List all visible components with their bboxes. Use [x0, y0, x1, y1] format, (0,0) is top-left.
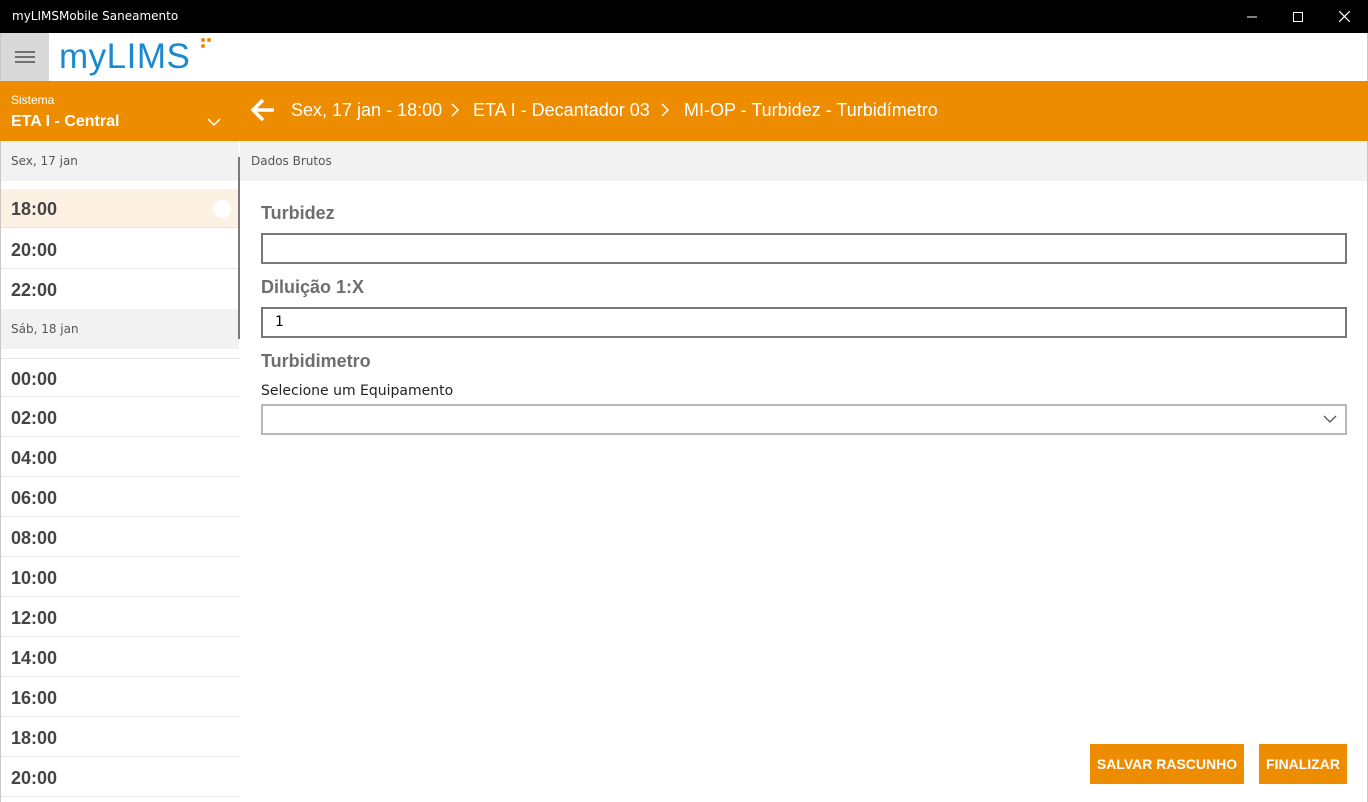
close-icon[interactable] — [1321, 0, 1367, 33]
day-header: Sáb, 18 jan — [1, 309, 239, 349]
breadcrumb-item-datetime[interactable]: Sex, 17 jan - 18:00 — [291, 100, 442, 121]
save-draft-button[interactable]: SALVAR RASCUNHO — [1090, 744, 1244, 784]
time-slot[interactable]: 08:00 — [1, 518, 240, 557]
time-slot[interactable]: 20:00 — [1, 758, 240, 797]
form-panel: Dados Brutos Turbidez Diluição 1:X 1 Tur… — [240, 141, 1368, 802]
minimize-icon[interactable] — [1229, 0, 1275, 33]
schedule-sidebar: Sex, 17 jan 18:00 20:00 22:00 Sáb, 18 ja… — [0, 141, 240, 802]
time-slot[interactable]: 06:00 — [1, 478, 240, 517]
app-logo: myLIMS — [59, 37, 191, 76]
time-slot[interactable]: 12:00 — [1, 598, 240, 637]
breadcrumb-item-point[interactable]: ETA I - Decantador 03 — [473, 100, 650, 121]
diluicao-label: Diluição 1:X — [261, 277, 365, 297]
finish-button[interactable]: FINALIZAR — [1259, 744, 1347, 784]
turbidez-input[interactable] — [261, 233, 1347, 264]
time-slot[interactable]: 02:00 — [1, 398, 240, 437]
turbidimetro-label: Turbidimetro — [261, 351, 371, 371]
back-arrow-icon[interactable] — [250, 97, 276, 123]
logo-dots-icon — [201, 38, 211, 48]
status-dot-icon — [213, 200, 231, 218]
time-slot[interactable]: 22:00 — [1, 270, 240, 309]
time-slot[interactable]: 20:00 — [1, 230, 240, 269]
day-header: Sex, 17 jan — [1, 141, 239, 181]
time-slot[interactable]: 04:00 — [1, 438, 240, 477]
navigation-bar: Sistema ETA I - Central Sex, 17 jan - 18… — [0, 81, 1368, 141]
time-slot[interactable]: 10:00 — [1, 558, 240, 597]
equipment-select[interactable] — [261, 404, 1347, 435]
system-value: ETA I - Central — [11, 113, 120, 130]
diluicao-input[interactable]: 1 — [261, 307, 1347, 338]
time-slot[interactable]: 00:00 — [1, 358, 240, 397]
window-title: myLIMSMobile Saneamento — [12, 9, 179, 23]
hamburger-icon[interactable] — [1, 33, 49, 81]
chevron-right-icon — [451, 103, 460, 117]
equipment-select-label: Selecione um Equipamento — [261, 383, 454, 399]
maximize-icon[interactable] — [1275, 0, 1321, 33]
chevron-right-icon — [661, 103, 670, 117]
time-slot-selected[interactable]: 18:00 — [1, 189, 240, 228]
window-titlebar: myLIMSMobile Saneamento — [0, 0, 1368, 33]
section-title: Dados Brutos — [240, 141, 1367, 181]
time-slot[interactable]: 14:00 — [1, 638, 240, 677]
time-slot[interactable]: 18:00 — [1, 718, 240, 757]
system-label: Sistema — [11, 93, 55, 107]
chevron-down-icon — [207, 118, 221, 127]
time-slot[interactable]: 16:00 — [1, 678, 240, 717]
chevron-down-icon — [1323, 415, 1337, 423]
turbidez-label: Turbidez — [261, 203, 335, 223]
breadcrumb-item-method: MI-OP - Turbidez - Turbidímetro — [684, 100, 938, 120]
time-slot-label: 18:00 — [11, 199, 58, 219]
app-header: myLIMS — [0, 33, 1368, 81]
